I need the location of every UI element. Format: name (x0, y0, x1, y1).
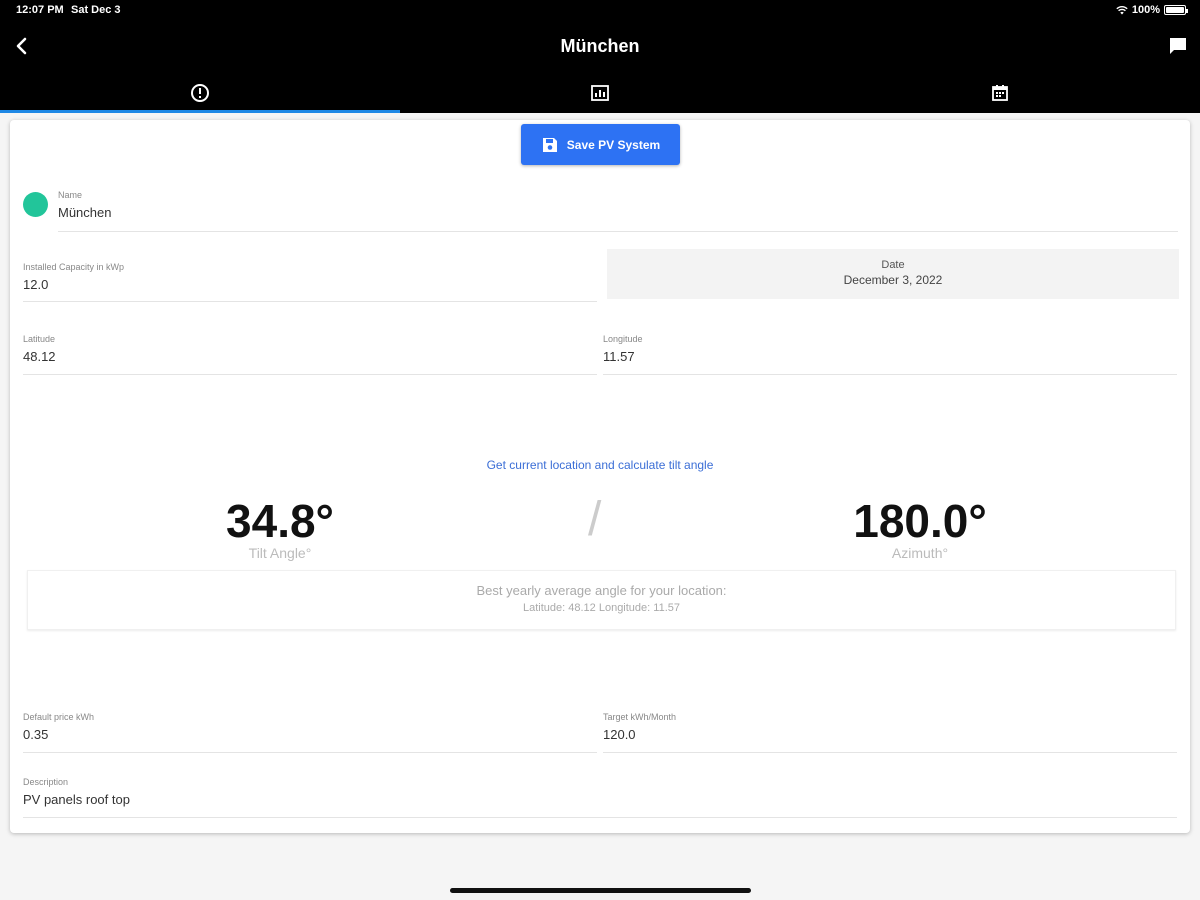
tab-calendar[interactable] (800, 72, 1200, 113)
status-right: 100% (1116, 4, 1188, 16)
status-date: Sat Dec 3 (71, 4, 121, 16)
azimuth-label: Azimuth° (891, 545, 949, 561)
angle-separator: / (588, 493, 602, 546)
save-icon (542, 137, 557, 152)
wifi-icon (1116, 5, 1128, 15)
description-field[interactable]: Description PV panels roof top (23, 777, 1177, 818)
target-label: Target kWh/Month (603, 712, 677, 722)
pv-system-form: Save PV System Name München Installed Ca… (10, 120, 1190, 833)
description-label: Description (23, 777, 69, 787)
price-value: 0.35 (23, 727, 49, 742)
home-indicator (450, 888, 751, 893)
date-value: December 3, 2022 (843, 273, 943, 287)
tab-chart[interactable] (400, 72, 800, 113)
target-value: 120.0 (603, 727, 636, 742)
tilt-angle-value: 34.8° (226, 495, 334, 547)
get-location-link[interactable]: Get current location and calculate tilt … (10, 458, 1190, 472)
capacity-field[interactable]: Installed Capacity in kWp 12.0 (23, 262, 597, 302)
name-field[interactable]: Name München (58, 190, 1178, 232)
capacity-label: Installed Capacity in kWp (23, 262, 125, 272)
name-label: Name (58, 190, 83, 200)
status-time: 12:07 PM (16, 4, 64, 16)
save-pv-system-button[interactable]: Save PV System (521, 124, 680, 165)
best-angle-title: Best yearly average angle for your locat… (476, 583, 727, 598)
battery-percent: 100% (1131, 4, 1160, 16)
date-picker[interactable]: Date December 3, 2022 (607, 249, 1179, 299)
feedback-button[interactable] (1166, 34, 1190, 58)
page-title: München (560, 36, 640, 56)
price-field[interactable]: Default price kWh 0.35 (23, 712, 597, 753)
chart-icon (591, 84, 609, 101)
calendar-icon (992, 84, 1008, 101)
longitude-label: Longitude (603, 334, 643, 344)
capacity-value: 12.0 (23, 277, 49, 292)
chat-icon (1170, 38, 1186, 54)
description-value: PV panels roof top (23, 792, 130, 807)
tab-info[interactable] (0, 72, 400, 113)
latitude-field[interactable]: Latitude 48.12 (23, 334, 597, 375)
best-angle-info: Best yearly average angle for your locat… (27, 570, 1176, 630)
price-label: Default price kWh (23, 712, 95, 722)
name-value: München (58, 205, 112, 220)
app-header: 12:07 PM Sat Dec 3 100% München (0, 0, 1200, 113)
date-label: Date (881, 259, 905, 271)
longitude-field[interactable]: Longitude 11.57 (603, 334, 1177, 375)
info-icon (191, 83, 209, 102)
longitude-value: 11.57 (603, 349, 635, 364)
tilt-angle-label: Tilt Angle° (248, 545, 312, 561)
battery-icon (1164, 5, 1188, 15)
system-color-indicator[interactable] (23, 192, 48, 217)
azimuth-value: 180.0° (853, 495, 987, 547)
save-button-label: Save PV System (566, 137, 661, 152)
latitude-label: Latitude (23, 334, 56, 344)
status-bar: 12:07 PM Sat Dec 3 100% (16, 4, 1188, 18)
tab-bar (0, 72, 1200, 113)
best-angle-coords: Latitude: 48.12 Longitude: 11.57 (523, 602, 680, 614)
latitude-value: 48.12 (23, 349, 56, 364)
target-field[interactable]: Target kWh/Month 120.0 (603, 712, 1177, 753)
